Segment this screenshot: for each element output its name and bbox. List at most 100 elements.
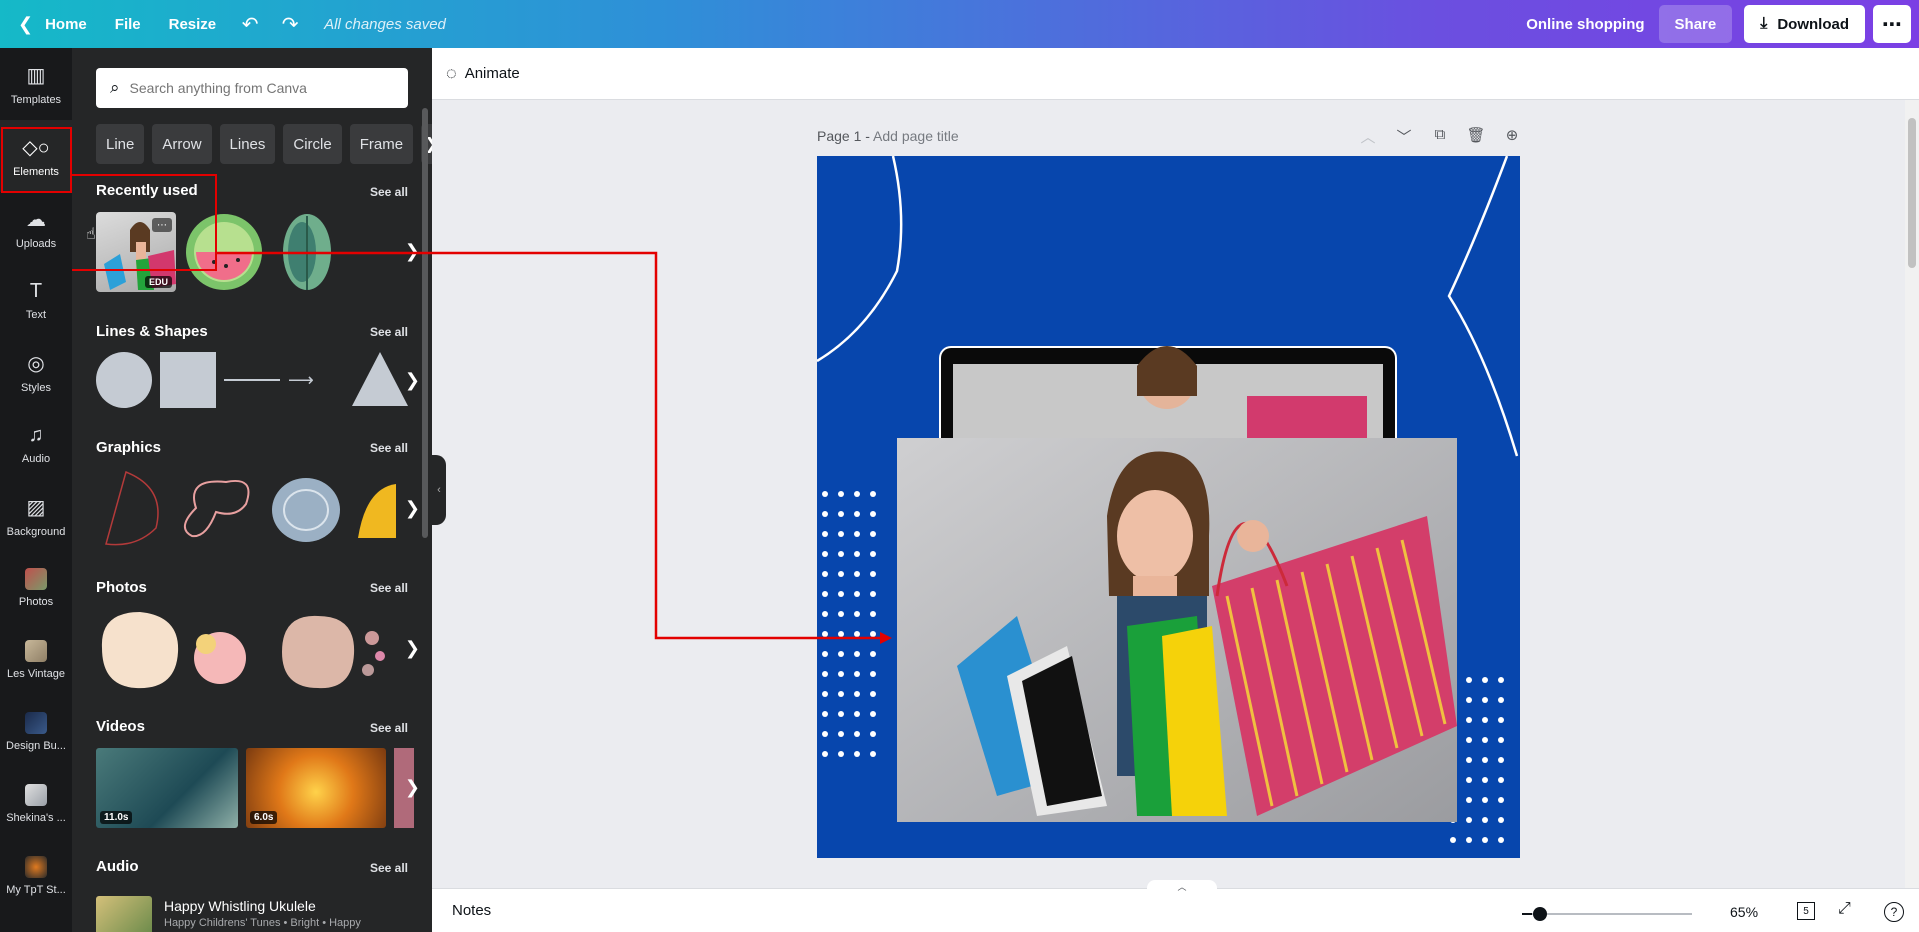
shape-line[interactable]: [224, 379, 280, 381]
share-button[interactable]: Share: [1658, 5, 1733, 43]
chip-arrow[interactable]: Arrow: [152, 124, 212, 164]
upload-icon: ☁: [26, 208, 46, 231]
rail-item-text[interactable]: T Text: [0, 264, 72, 336]
see-all-graphics[interactable]: See all: [370, 441, 408, 455]
cursor-hand-icon: ☝: [86, 226, 96, 243]
edu-badge: EDU: [144, 276, 172, 288]
chevron-up-icon[interactable]: ︿: [1147, 880, 1217, 892]
download-button[interactable]: ⤓ Download: [1744, 5, 1865, 43]
rail-item-styles[interactable]: ◎ Styles: [0, 336, 72, 408]
chevron-right-icon[interactable]: ❯: [405, 370, 420, 391]
rail-item-templates[interactable]: ▥ Templates: [0, 48, 72, 120]
home-label: Home: [45, 15, 87, 33]
more-options-icon[interactable]: ⋯: [152, 218, 172, 232]
rail-item-design-bundle[interactable]: Design Bu...: [0, 696, 72, 768]
see-all-lines-shapes[interactable]: See all: [370, 325, 408, 339]
trash-icon[interactable]: 🗑: [1458, 126, 1494, 147]
recent-item-watermelon[interactable]: [184, 212, 264, 292]
chevron-down-icon[interactable]: ﹀: [1386, 126, 1422, 147]
fullscreen-icon[interactable]: ⤢: [1838, 900, 1851, 918]
add-page-icon[interactable]: ⊕: [1494, 126, 1530, 147]
canvas-vertical-scrollbar[interactable]: [1905, 100, 1919, 888]
rail-label: Les Vintage: [7, 668, 65, 680]
notes-button[interactable]: Notes: [452, 902, 491, 919]
photos-row[interactable]: [96, 608, 396, 692]
artboard-art: [817, 156, 1519, 843]
page-title-input[interactable]: Add page title: [873, 128, 959, 144]
zoom-slider[interactable]: [1532, 913, 1692, 915]
see-all-videos[interactable]: See all: [370, 721, 408, 735]
section-audio: Audio: [96, 858, 139, 875]
search-box[interactable]: ⌕: [96, 68, 408, 108]
page-count-button[interactable]: 5: [1797, 902, 1815, 920]
shape-triangle[interactable]: [352, 352, 408, 406]
resize-button[interactable]: Resize: [155, 0, 231, 48]
audio-title[interactable]: Happy Whistling Ukulele: [164, 898, 316, 914]
templates-icon: ▥: [26, 64, 46, 87]
chip-frame[interactable]: Frame: [349, 124, 414, 164]
duplicate-page-icon[interactable]: ⧉: [1422, 126, 1458, 147]
zoom-slider-knob[interactable]: [1533, 907, 1547, 921]
dot-pattern-right: [1450, 677, 1504, 843]
chevron-right-icon[interactable]: ❯: [405, 777, 420, 798]
home-button[interactable]: ❮ Home: [0, 0, 101, 48]
chip-circle[interactable]: Circle: [283, 124, 342, 164]
more-icon[interactable]: ⋯: [1873, 5, 1911, 43]
keyword-chips: Line Arrow Lines Circle Frame ❯: [96, 124, 432, 164]
animate-button[interactable]: Animate: [465, 65, 520, 82]
design-artboard[interactable]: [817, 156, 1520, 858]
collapse-panel-button[interactable]: ‹: [432, 455, 446, 525]
recent-item-shopping-girl[interactable]: ⋯ EDU: [96, 212, 176, 292]
animate-bar: ◌ Animate: [432, 48, 1919, 100]
help-button[interactable]: ?: [1884, 902, 1904, 922]
panel-scrollbar[interactable]: [422, 108, 428, 538]
zoom-level[interactable]: 65%: [1730, 904, 1758, 920]
photos-icon: [25, 568, 47, 590]
rail-item-audio[interactable]: ♫ Audio: [0, 408, 72, 480]
undo-icon[interactable]: ↶: [230, 0, 270, 48]
section-lines-shapes: Lines & Shapes: [96, 323, 208, 340]
file-menu-button[interactable]: File: [101, 0, 155, 48]
scroll-thumb[interactable]: [1908, 118, 1916, 268]
leaf-icon: [283, 214, 331, 290]
design-bundle-icon: [25, 712, 47, 734]
rail-item-elements[interactable]: ◇○ Elements: [0, 120, 72, 192]
chip-line[interactable]: Line: [96, 124, 145, 164]
rail-item-my-tpt[interactable]: My TpT St...: [0, 840, 72, 912]
rail-item-les-vintage[interactable]: Les Vintage: [0, 624, 72, 696]
rail-item-photos[interactable]: Photos: [0, 552, 72, 624]
page-tools: ︿ ﹀ ⧉ 🗑 ⊕: [1350, 126, 1530, 147]
video-item[interactable]: 11.0s: [96, 748, 238, 828]
rail-item-background[interactable]: ▨ Background: [0, 480, 72, 552]
chevron-left-icon: ❮: [18, 13, 34, 34]
see-all-photos[interactable]: See all: [370, 581, 408, 595]
redo-icon[interactable]: ↷: [270, 0, 310, 48]
my-tpt-icon: [25, 856, 47, 878]
chip-lines[interactable]: Lines: [219, 124, 276, 164]
shape-arrow[interactable]: ⟶: [288, 370, 348, 390]
chevron-right-icon[interactable]: ❯: [405, 498, 420, 519]
video-item[interactable]: 6.0s: [246, 748, 386, 828]
text-icon: T: [29, 279, 43, 302]
shape-circle[interactable]: [96, 352, 152, 408]
chevron-up-icon[interactable]: ︿: [1350, 126, 1386, 147]
graphics-row[interactable]: [96, 468, 396, 548]
see-all-audio[interactable]: See all: [370, 861, 408, 875]
rail-label: Background: [6, 525, 66, 538]
shape-square[interactable]: [160, 352, 216, 408]
search-input[interactable]: [129, 80, 380, 96]
chevron-right-icon[interactable]: ❯: [405, 638, 420, 659]
elements-panel: ⌕ Line Arrow Lines Circle Frame ❯ Recent…: [72, 48, 432, 932]
chevron-right-icon[interactable]: ❯: [405, 241, 420, 262]
rail-item-uploads[interactable]: ☁ Uploads: [0, 192, 72, 264]
rail-label: Audio: [21, 452, 51, 465]
rail-item-shekinas[interactable]: Shekina's ...: [0, 768, 72, 840]
recent-item-leaf[interactable]: [272, 212, 342, 292]
audio-thumbnail[interactable]: [96, 896, 152, 932]
save-status: All changes saved: [324, 15, 446, 33]
elements-icon: ◇○: [22, 136, 50, 159]
page-number: Page 1: [817, 128, 862, 144]
document-title[interactable]: Online shopping: [1526, 16, 1644, 33]
rail-label: My TpT St...: [6, 884, 66, 896]
see-all-recent[interactable]: See all: [370, 185, 408, 199]
